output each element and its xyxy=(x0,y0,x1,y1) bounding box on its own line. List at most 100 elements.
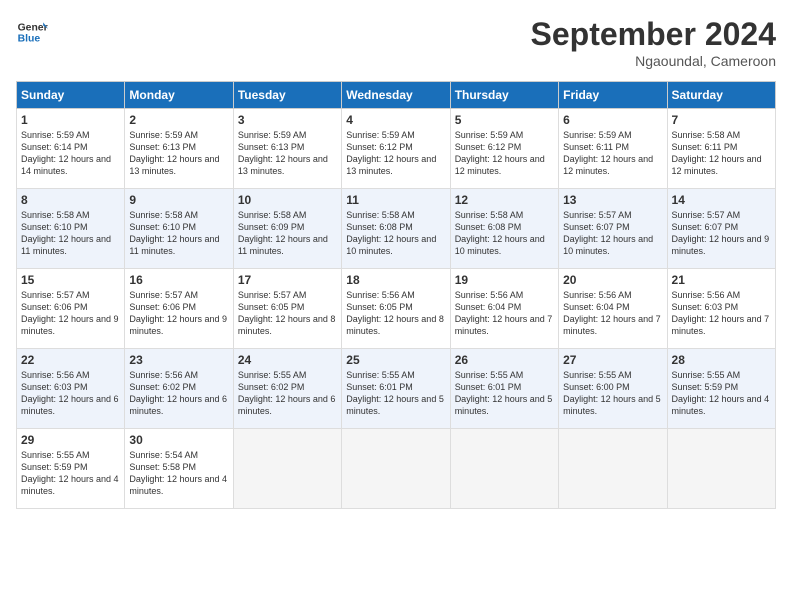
col-saturday: Saturday xyxy=(667,82,775,109)
table-row: 3 Sunrise: 5:59 AMSunset: 6:13 PMDaylight… xyxy=(233,109,341,189)
day-number: 8 xyxy=(21,193,120,207)
table-row: 11 Sunrise: 5:58 AMSunset: 6:08 PMDayligh… xyxy=(342,189,450,269)
cell-content: Sunrise: 5:59 AMSunset: 6:12 PMDaylight:… xyxy=(346,129,445,178)
day-number: 7 xyxy=(672,113,771,127)
calendar-week-row: 22Sunrise: 5:56 AMSunset: 6:03 PMDayligh… xyxy=(17,349,776,429)
col-thursday: Thursday xyxy=(450,82,558,109)
cell-content: Sunrise: 5:58 AMSunset: 6:08 PMDaylight:… xyxy=(346,209,445,258)
calendar-week-row: 8 Sunrise: 5:58 AMSunset: 6:10 PMDaylight… xyxy=(17,189,776,269)
cell-content: Sunrise: 5:58 AMSunset: 6:10 PMDaylight:… xyxy=(129,209,228,258)
table-row: 29 Sunrise: 5:55 AMSunset: 5:59 PMDayligh… xyxy=(17,429,125,509)
table-row: 2 Sunrise: 5:59 AMSunset: 6:13 PMDaylight… xyxy=(125,109,233,189)
cell-content: Sunrise: 5:54 AMSunset: 5:58 PMDaylight:… xyxy=(129,449,228,498)
table-row: 12Sunrise: 5:58 AMSunset: 6:08 PMDayligh… xyxy=(450,189,558,269)
table-row xyxy=(450,429,558,509)
table-row: 8 Sunrise: 5:58 AMSunset: 6:10 PMDaylight… xyxy=(17,189,125,269)
table-row: 7 Sunrise: 5:58 AMSunset: 6:11 PMDaylight… xyxy=(667,109,775,189)
day-number: 18 xyxy=(346,273,445,287)
day-number: 3 xyxy=(238,113,337,127)
day-number: 29 xyxy=(21,433,120,447)
table-row: 4Sunrise: 5:59 AMSunset: 6:12 PMDaylight… xyxy=(342,109,450,189)
day-number: 5 xyxy=(455,113,554,127)
table-row xyxy=(342,429,450,509)
day-number: 12 xyxy=(455,193,554,207)
table-row: 16 Sunrise: 5:57 AMSunset: 6:06 PMDayligh… xyxy=(125,269,233,349)
table-row: 23 Sunrise: 5:56 AMSunset: 6:02 PMDayligh… xyxy=(125,349,233,429)
logo: General Blue xyxy=(16,16,48,48)
col-friday: Friday xyxy=(559,82,667,109)
page-header: General Blue September 2024 Ngaoundal, C… xyxy=(16,16,776,69)
table-row: 9 Sunrise: 5:58 AMSunset: 6:10 PMDaylight… xyxy=(125,189,233,269)
day-number: 24 xyxy=(238,353,337,367)
month-title: September 2024 xyxy=(531,16,776,53)
cell-content: Sunrise: 5:55 AMSunset: 6:01 PMDaylight:… xyxy=(455,369,554,418)
table-row xyxy=(233,429,341,509)
table-row: 24Sunrise: 5:55 AMSunset: 6:02 PMDayligh… xyxy=(233,349,341,429)
day-number: 28 xyxy=(672,353,771,367)
logo-icon: General Blue xyxy=(16,16,48,48)
day-number: 10 xyxy=(238,193,337,207)
table-row: 22Sunrise: 5:56 AMSunset: 6:03 PMDayligh… xyxy=(17,349,125,429)
table-row: 5 Sunrise: 5:59 AMSunset: 6:12 PMDaylight… xyxy=(450,109,558,189)
calendar-week-row: 15Sunrise: 5:57 AMSunset: 6:06 PMDayligh… xyxy=(17,269,776,349)
table-row: 28 Sunrise: 5:55 AMSunset: 5:59 PMDayligh… xyxy=(667,349,775,429)
table-row: 20Sunrise: 5:56 AMSunset: 6:04 PMDayligh… xyxy=(559,269,667,349)
cell-content: Sunrise: 5:59 AMSunset: 6:14 PMDaylight:… xyxy=(21,129,120,178)
day-number: 17 xyxy=(238,273,337,287)
day-number: 23 xyxy=(129,353,228,367)
calendar-week-row: 29 Sunrise: 5:55 AMSunset: 5:59 PMDayligh… xyxy=(17,429,776,509)
day-number: 16 xyxy=(129,273,228,287)
day-number: 2 xyxy=(129,113,228,127)
day-number: 13 xyxy=(563,193,662,207)
title-block: September 2024 Ngaoundal, Cameroon xyxy=(531,16,776,69)
col-sunday: Sunday xyxy=(17,82,125,109)
calendar-week-row: 1 Sunrise: 5:59 AMSunset: 6:14 PMDaylight… xyxy=(17,109,776,189)
cell-content: Sunrise: 5:58 AMSunset: 6:09 PMDaylight:… xyxy=(238,209,337,258)
day-number: 6 xyxy=(563,113,662,127)
cell-content: Sunrise: 5:56 AMSunset: 6:03 PMDaylight:… xyxy=(672,289,771,338)
cell-content: Sunrise: 5:59 AMSunset: 6:13 PMDaylight:… xyxy=(238,129,337,178)
col-monday: Monday xyxy=(125,82,233,109)
table-row: 25 Sunrise: 5:55 AMSunset: 6:01 PMDayligh… xyxy=(342,349,450,429)
cell-content: Sunrise: 5:55 AMSunset: 6:01 PMDaylight:… xyxy=(346,369,445,418)
col-tuesday: Tuesday xyxy=(233,82,341,109)
table-row: 17Sunrise: 5:57 AMSunset: 6:05 PMDayligh… xyxy=(233,269,341,349)
cell-content: Sunrise: 5:55 AMSunset: 5:59 PMDaylight:… xyxy=(21,449,120,498)
day-number: 30 xyxy=(129,433,228,447)
day-number: 9 xyxy=(129,193,228,207)
table-row: 14Sunrise: 5:57 AMSunset: 6:07 PMDayligh… xyxy=(667,189,775,269)
table-row xyxy=(667,429,775,509)
cell-content: Sunrise: 5:59 AMSunset: 6:12 PMDaylight:… xyxy=(455,129,554,178)
location: Ngaoundal, Cameroon xyxy=(531,53,776,69)
table-row: 18Sunrise: 5:56 AMSunset: 6:05 PMDayligh… xyxy=(342,269,450,349)
day-number: 26 xyxy=(455,353,554,367)
table-row: 1 Sunrise: 5:59 AMSunset: 6:14 PMDaylight… xyxy=(17,109,125,189)
cell-content: Sunrise: 5:57 AMSunset: 6:06 PMDaylight:… xyxy=(129,289,228,338)
table-row: 26 Sunrise: 5:55 AMSunset: 6:01 PMDayligh… xyxy=(450,349,558,429)
day-number: 20 xyxy=(563,273,662,287)
cell-content: Sunrise: 5:56 AMSunset: 6:02 PMDaylight:… xyxy=(129,369,228,418)
day-number: 21 xyxy=(672,273,771,287)
table-row: 21 Sunrise: 5:56 AMSunset: 6:03 PMDayligh… xyxy=(667,269,775,349)
table-row: 15Sunrise: 5:57 AMSunset: 6:06 PMDayligh… xyxy=(17,269,125,349)
cell-content: Sunrise: 5:59 AMSunset: 6:13 PMDaylight:… xyxy=(129,129,228,178)
cell-content: Sunrise: 5:57 AMSunset: 6:07 PMDaylight:… xyxy=(672,209,771,258)
table-row: 6 Sunrise: 5:59 AMSunset: 6:11 PMDaylight… xyxy=(559,109,667,189)
cell-content: Sunrise: 5:58 AMSunset: 6:10 PMDaylight:… xyxy=(21,209,120,258)
table-row xyxy=(559,429,667,509)
table-row: 30 Sunrise: 5:54 AMSunset: 5:58 PMDayligh… xyxy=(125,429,233,509)
day-number: 25 xyxy=(346,353,445,367)
day-number: 1 xyxy=(21,113,120,127)
cell-content: Sunrise: 5:59 AMSunset: 6:11 PMDaylight:… xyxy=(563,129,662,178)
day-number: 27 xyxy=(563,353,662,367)
cell-content: Sunrise: 5:58 AMSunset: 6:11 PMDaylight:… xyxy=(672,129,771,178)
day-number: 22 xyxy=(21,353,120,367)
col-wednesday: Wednesday xyxy=(342,82,450,109)
svg-text:Blue: Blue xyxy=(18,34,41,45)
table-row: 10 Sunrise: 5:58 AMSunset: 6:09 PMDayligh… xyxy=(233,189,341,269)
table-row: 19Sunrise: 5:56 AMSunset: 6:04 PMDayligh… xyxy=(450,269,558,349)
table-row: 27Sunrise: 5:55 AMSunset: 6:00 PMDayligh… xyxy=(559,349,667,429)
cell-content: Sunrise: 5:57 AMSunset: 6:06 PMDaylight:… xyxy=(21,289,120,338)
cell-content: Sunrise: 5:55 AMSunset: 5:59 PMDaylight:… xyxy=(672,369,771,418)
day-number: 11 xyxy=(346,193,445,207)
